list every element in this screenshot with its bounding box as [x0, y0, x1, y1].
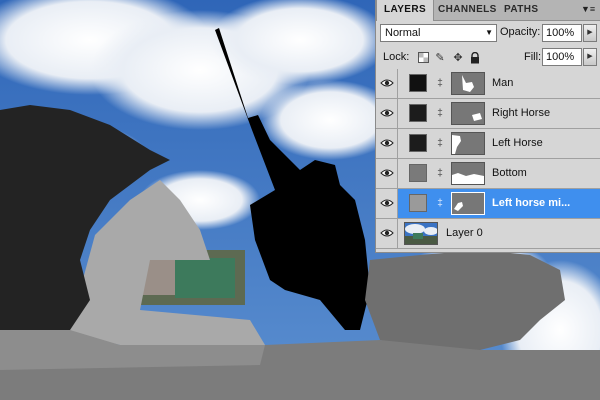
- lock-all-icon[interactable]: [469, 51, 481, 64]
- layer-mask-thumbnail[interactable]: [451, 72, 485, 95]
- layer-list: ‡ Man ‡ Right Horse ‡ Left Horse ‡ Botto…: [376, 69, 600, 249]
- panel-tab-bar: LAYERS CHANNELS PATHS ▼≡: [376, 0, 600, 21]
- tab-channels[interactable]: CHANNELS: [431, 0, 504, 20]
- layer-name[interactable]: Left horse mi...: [492, 189, 598, 218]
- layer-name[interactable]: Left Horse: [492, 129, 598, 158]
- chain-link-icon[interactable]: ‡: [435, 137, 445, 151]
- eye-icon: [380, 229, 394, 237]
- chevron-down-icon: ▼: [485, 28, 493, 37]
- layer-name[interactable]: Man: [492, 69, 598, 98]
- eye-icon: [380, 169, 394, 177]
- opacity-input[interactable]: 100%: [542, 24, 582, 42]
- layer-row-man[interactable]: ‡ Man: [376, 69, 600, 99]
- layer-color-swatch[interactable]: [409, 74, 427, 92]
- opacity-slider-button[interactable]: ▶: [583, 24, 597, 42]
- visibility-toggle[interactable]: [376, 189, 398, 218]
- layer-name[interactable]: Bottom: [492, 159, 598, 188]
- fill-slider-button[interactable]: ▶: [583, 48, 597, 66]
- fill-input[interactable]: 100%: [542, 48, 582, 66]
- layer-color-swatch[interactable]: [409, 164, 427, 182]
- opacity-label: Opacity:: [500, 26, 541, 38]
- chain-link-icon[interactable]: ‡: [435, 77, 445, 91]
- layers-panel: LAYERS CHANNELS PATHS ▼≡ Normal ▼ Opacit…: [375, 0, 600, 253]
- layer-name[interactable]: Right Horse: [492, 99, 598, 128]
- lock-transparent-pixels-icon[interactable]: [417, 52, 429, 64]
- layer-mask-thumbnail[interactable]: [451, 162, 485, 185]
- visibility-toggle[interactable]: [376, 69, 398, 98]
- layer-mask-thumbnail[interactable]: [451, 132, 485, 155]
- chain-link-icon[interactable]: ‡: [435, 197, 445, 211]
- visibility-toggle[interactable]: [376, 129, 398, 158]
- visibility-toggle[interactable]: [376, 99, 398, 128]
- fill-label: Fill:: [524, 51, 542, 63]
- eye-icon: [380, 199, 394, 207]
- blend-mode-value: Normal: [385, 27, 421, 39]
- chain-link-icon[interactable]: ‡: [435, 167, 445, 181]
- layer-color-swatch[interactable]: [409, 134, 427, 152]
- layer-row-left-horse-mirror[interactable]: ‡ Left horse mi...: [376, 189, 600, 219]
- layer-name[interactable]: Layer 0: [446, 219, 552, 248]
- visibility-toggle[interactable]: [376, 219, 398, 248]
- visibility-toggle[interactable]: [376, 159, 398, 188]
- layer-row-bottom[interactable]: ‡ Bottom: [376, 159, 600, 189]
- layer-row-right-horse[interactable]: ‡ Right Horse: [376, 99, 600, 129]
- blend-mode-dropdown[interactable]: Normal ▼: [380, 24, 497, 42]
- lock-fill-row: Lock: ✎ ✥ Fill: 100% ▶: [376, 45, 600, 70]
- eye-icon: [380, 139, 394, 147]
- tab-paths[interactable]: PATHS: [497, 0, 545, 20]
- layer-mask-thumbnail[interactable]: [451, 102, 485, 125]
- lock-label: Lock:: [383, 51, 410, 63]
- blend-opacity-row: Normal ▼ Opacity: 100% ▶: [376, 21, 600, 45]
- layer-row-layer-0[interactable]: Layer 0: [376, 219, 600, 249]
- lock-image-pixels-icon[interactable]: ✎: [434, 52, 446, 64]
- chain-link-icon[interactable]: ‡: [435, 107, 445, 121]
- panel-menu-icon[interactable]: ▼≡: [581, 3, 595, 16]
- lock-position-icon[interactable]: ✥: [452, 52, 464, 64]
- layer-color-swatch[interactable]: [409, 104, 427, 122]
- tab-layers[interactable]: LAYERS: [376, 0, 435, 21]
- layer-mask-thumbnail[interactable]: [451, 192, 485, 215]
- layer-row-left-horse[interactable]: ‡ Left Horse: [376, 129, 600, 159]
- eye-icon: [380, 109, 394, 117]
- eye-icon: [380, 79, 394, 87]
- layer-color-swatch[interactable]: [409, 194, 427, 212]
- layer-image-thumbnail[interactable]: [404, 222, 438, 245]
